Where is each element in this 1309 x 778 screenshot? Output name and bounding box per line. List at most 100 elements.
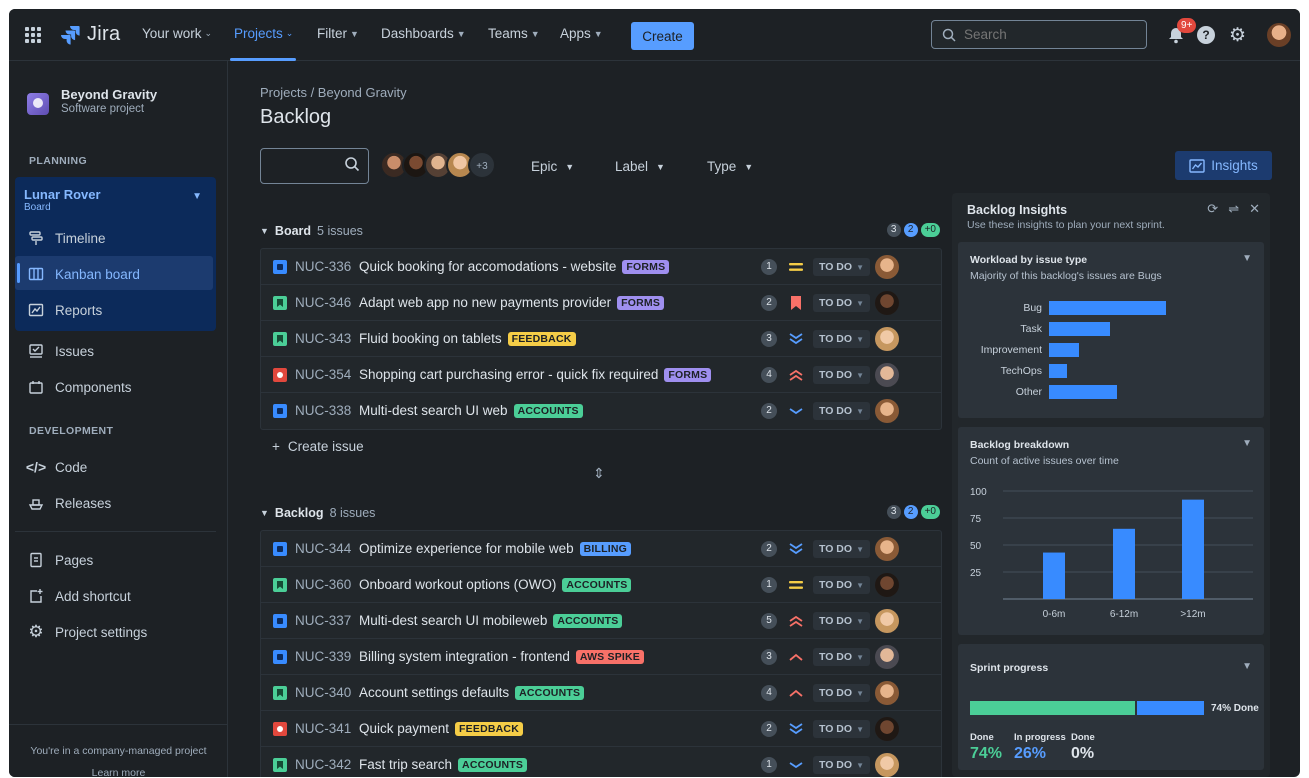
- issue-summary[interactable]: Shopping cart purchasing error - quick f…: [359, 367, 712, 382]
- issue-key[interactable]: NUC-339: [295, 649, 351, 664]
- board-group-header[interactable]: ▼ Board 5 issues 3 2 +0: [260, 221, 942, 241]
- story-points-badge[interactable]: 5: [761, 613, 777, 629]
- story-points-badge[interactable]: 3: [761, 649, 777, 665]
- issue-key[interactable]: NUC-360: [295, 577, 351, 592]
- assignee-avatar[interactable]: [875, 609, 899, 633]
- sidebar-item-components[interactable]: Components: [27, 373, 132, 401]
- story-points-badge[interactable]: 2: [761, 403, 777, 419]
- issue-row[interactable]: NUC-346 Adapt web app no new payments pro…: [261, 285, 941, 321]
- issue-label-badge[interactable]: BILLING: [579, 541, 632, 556]
- assignee-avatar[interactable]: [875, 399, 899, 423]
- drag-resize-icon[interactable]: ⇕: [593, 465, 605, 482]
- assignee-avatar[interactable]: [875, 255, 899, 279]
- project-header[interactable]: Beyond Gravity Software project: [27, 87, 157, 115]
- issue-label-badge[interactable]: FORMS: [617, 295, 665, 310]
- sidebar-item-pages[interactable]: Pages: [27, 546, 93, 574]
- issue-summary[interactable]: Adapt web app no new payments provider FO…: [359, 295, 665, 310]
- status-dropdown[interactable]: TO DO ▼: [813, 294, 870, 312]
- issue-row[interactable]: NUC-336 Quick booking for accomodations -…: [261, 249, 941, 285]
- issue-summary[interactable]: Billing system integration - frontend AWS…: [359, 649, 645, 664]
- story-points-badge[interactable]: 1: [761, 757, 777, 773]
- issue-row[interactable]: NUC-360 Onboard workout options (OWO) ACCO…: [261, 567, 941, 603]
- issue-summary[interactable]: Multi-dest search UI web ACCOUNTS: [359, 403, 583, 418]
- story-points-badge[interactable]: 2: [761, 295, 777, 311]
- backlog-group-header[interactable]: ▼ Backlog 8 issues 3 2 +0: [260, 503, 942, 523]
- nav-apps[interactable]: Apps ▼: [560, 26, 603, 41]
- assignee-avatar[interactable]: [875, 681, 899, 705]
- status-dropdown[interactable]: TO DO ▼: [813, 402, 870, 420]
- status-dropdown[interactable]: TO DO ▼: [813, 648, 870, 666]
- story-points-badge[interactable]: 3: [761, 331, 777, 347]
- nav-projects[interactable]: Projects ⌄: [234, 26, 293, 41]
- status-dropdown[interactable]: TO DO ▼: [813, 258, 870, 276]
- assignee-avatar[interactable]: [875, 573, 899, 597]
- breadcrumb[interactable]: Projects / Beyond Gravity: [260, 85, 407, 100]
- issue-summary[interactable]: Fast trip search ACCOUNTS: [359, 757, 528, 772]
- issue-label-badge[interactable]: ACCOUNTS: [458, 757, 528, 772]
- issue-key[interactable]: NUC-338: [295, 403, 351, 418]
- issue-label-badge[interactable]: FORMS: [664, 367, 712, 382]
- story-points-badge[interactable]: 1: [761, 577, 777, 593]
- workload-bar[interactable]: [1049, 385, 1117, 399]
- issue-summary[interactable]: Optimize experience for mobile web BILLIN…: [359, 541, 632, 556]
- priority-high-icon[interactable]: [786, 647, 806, 667]
- breakdown-bar[interactable]: [1113, 528, 1135, 599]
- story-points-badge[interactable]: 4: [761, 367, 777, 383]
- assignee-avatar[interactable]: [875, 363, 899, 387]
- priority-critical-icon[interactable]: [786, 611, 806, 631]
- sidebar-item-kanban-board[interactable]: Kanban board: [27, 260, 140, 288]
- priority-critical-icon[interactable]: [786, 365, 806, 385]
- status-dropdown[interactable]: TO DO ▼: [813, 684, 870, 702]
- workload-bar[interactable]: [1049, 301, 1166, 315]
- priority-high-icon[interactable]: [786, 683, 806, 703]
- issue-label-badge[interactable]: ACCOUNTS: [553, 613, 623, 628]
- issue-row[interactable]: NUC-338 Multi-dest search UI web ACCOUNTS 2…: [261, 393, 941, 429]
- status-dropdown[interactable]: TO DO ▼: [813, 612, 870, 630]
- assignee-avatar[interactable]: [875, 717, 899, 741]
- nav-dashboards[interactable]: Dashboards ▼: [381, 26, 466, 41]
- status-dropdown[interactable]: TO DO ▼: [813, 720, 870, 738]
- issue-label-badge[interactable]: FEEDBACK: [507, 331, 576, 346]
- chevron-down-icon[interactable]: ▼: [1242, 253, 1252, 264]
- issue-summary[interactable]: Account settings defaults ACCOUNTS: [359, 685, 585, 700]
- create-issue-button[interactable]: + Create issue: [272, 439, 364, 454]
- sidebar-item-timeline[interactable]: Timeline: [27, 224, 106, 252]
- status-dropdown[interactable]: TO DO ▼: [813, 330, 870, 348]
- help-icon[interactable]: ?: [1197, 26, 1215, 44]
- issue-summary[interactable]: Multi-dest search UI mobileweb ACCOUNTS: [359, 613, 623, 628]
- issue-key[interactable]: NUC-344: [295, 541, 351, 556]
- insights-button[interactable]: Insights: [1175, 151, 1272, 180]
- story-points-badge[interactable]: 2: [761, 541, 777, 557]
- story-points-badge[interactable]: 4: [761, 685, 777, 701]
- refresh-icon[interactable]: ⟳: [1207, 201, 1218, 217]
- backlog-search-input[interactable]: [260, 148, 369, 184]
- issue-summary[interactable]: Fluid booking on tablets FEEDBACK: [359, 331, 576, 346]
- nav-teams[interactable]: Teams ▼: [488, 26, 540, 41]
- chevron-down-icon[interactable]: ▼: [1242, 661, 1252, 672]
- assignee-avatar[interactable]: [875, 645, 899, 669]
- epic-filter[interactable]: Epic ▼: [531, 159, 574, 174]
- assignee-avatar-filter[interactable]: +3: [380, 151, 496, 179]
- workload-bar[interactable]: [1049, 364, 1067, 378]
- workload-bar[interactable]: [1049, 343, 1079, 357]
- issue-row[interactable]: NUC-340 Account settings defaults ACCOUNTS…: [261, 675, 941, 711]
- issue-key[interactable]: NUC-340: [295, 685, 351, 700]
- issue-summary[interactable]: Quick payment FEEDBACK: [359, 721, 523, 736]
- label-filter[interactable]: Label ▼: [615, 159, 665, 174]
- issue-summary[interactable]: Onboard workout options (OWO) ACCOUNTS: [359, 577, 632, 592]
- issue-key[interactable]: NUC-354: [295, 367, 351, 382]
- assignee-avatar[interactable]: [875, 291, 899, 315]
- nav-your-work[interactable]: Your work ⌄: [142, 26, 212, 41]
- issue-label-badge[interactable]: ACCOUNTS: [562, 577, 632, 592]
- issue-row[interactable]: NUC-342 Fast trip search ACCOUNTS 1 TO DO ▼: [261, 747, 941, 777]
- priority-highest-icon[interactable]: [786, 293, 806, 313]
- create-button[interactable]: Create: [631, 22, 694, 50]
- issue-label-badge[interactable]: FORMS: [622, 259, 670, 274]
- status-dropdown[interactable]: TO DO ▼: [813, 756, 870, 774]
- issue-key[interactable]: NUC-343: [295, 331, 351, 346]
- issue-row[interactable]: NUC-339 Billing system integration - fron…: [261, 639, 941, 675]
- status-dropdown[interactable]: TO DO ▼: [813, 366, 870, 384]
- jira-logo[interactable]: Jira: [59, 23, 120, 46]
- priority-lowest-icon[interactable]: [786, 719, 806, 739]
- sidebar-item-reports[interactable]: Reports: [27, 296, 102, 324]
